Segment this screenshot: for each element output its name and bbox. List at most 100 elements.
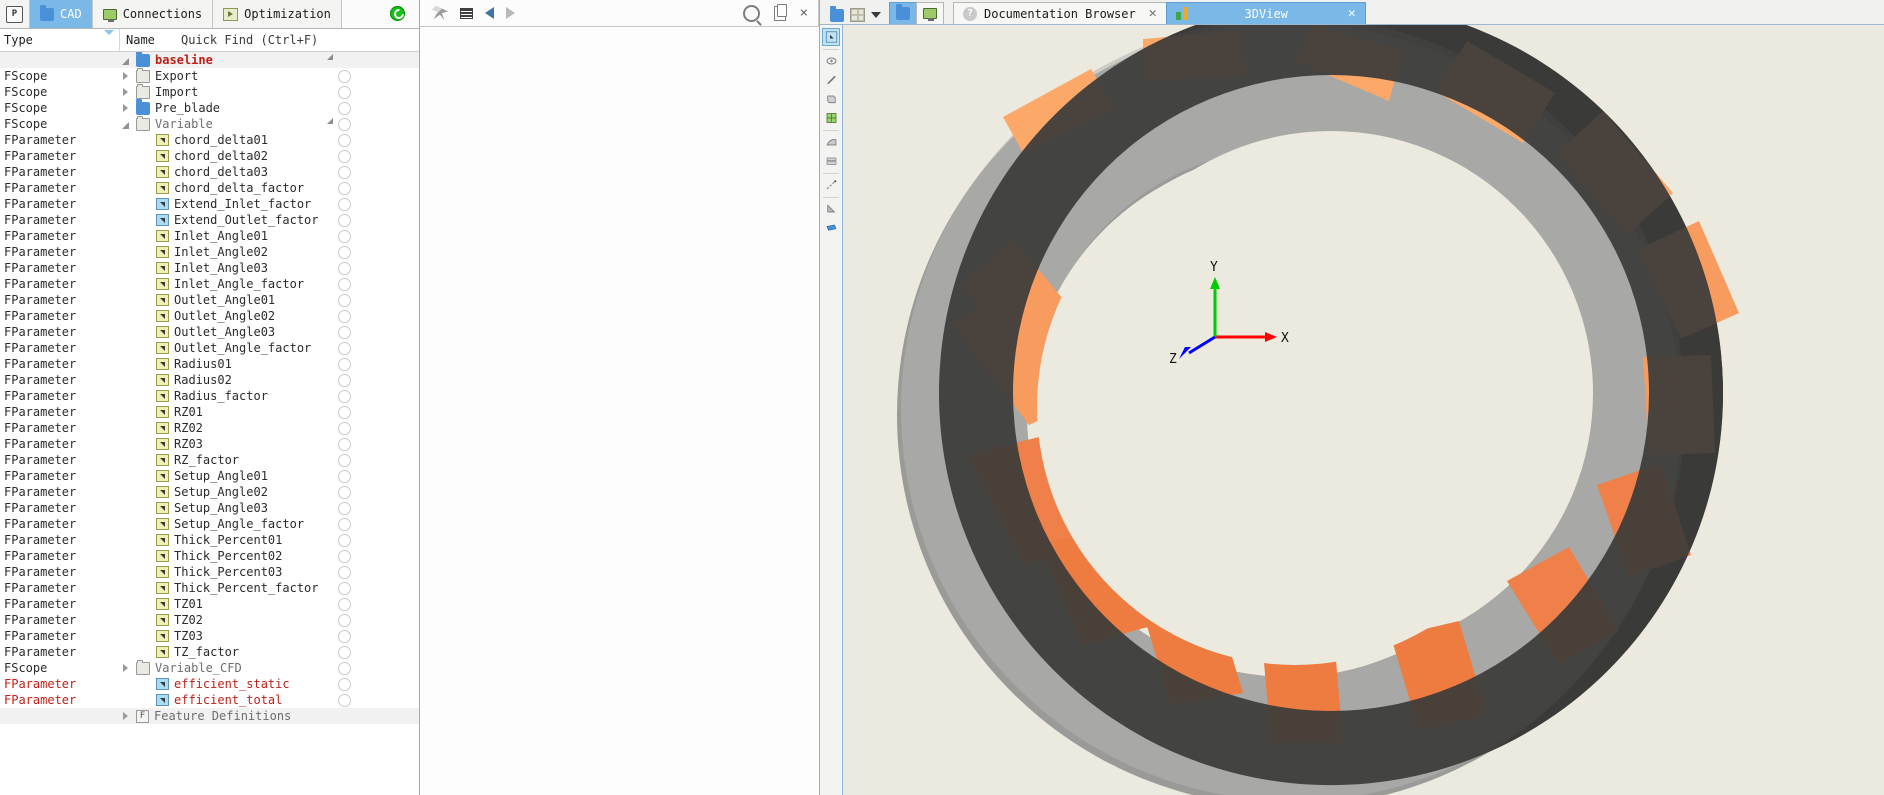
row-marker[interactable] <box>338 517 351 531</box>
chart-icon[interactable] <box>822 200 840 218</box>
row-marker[interactable] <box>338 661 351 675</box>
row-marker[interactable] <box>338 229 351 243</box>
tree-row[interactable]: FScope Pre_blade <box>0 98 419 116</box>
layers-icon[interactable] <box>822 152 840 170</box>
tree-row[interactable]: FScope Export <box>0 67 419 84</box>
row-marker[interactable] <box>338 485 351 499</box>
tree-row[interactable]: FParameter Setup_Angle01 <box>0 468 419 484</box>
next-icon[interactable] <box>506 7 515 19</box>
tree-row[interactable]: FParameter RZ03 <box>0 436 419 452</box>
tree-row[interactable]: F Feature Definitions <box>0 708 419 724</box>
tab-project[interactable]: P <box>0 0 30 28</box>
row-marker[interactable] <box>338 133 351 147</box>
row-marker[interactable] <box>338 613 351 627</box>
row-marker[interactable] <box>338 357 351 371</box>
tree-row[interactable]: FParameter RZ01 <box>0 404 419 420</box>
quick-find-input[interactable]: Quick Find (Ctrl+F) <box>176 33 419 47</box>
tree-row[interactable]: FParameter TZ01 <box>0 596 419 612</box>
tree-row[interactable]: FParameter Setup_Angle02 <box>0 484 419 500</box>
twisty-closed-icon[interactable] <box>119 710 132 723</box>
row-marker[interactable] <box>338 293 351 307</box>
rotate-icon[interactable] <box>822 52 840 70</box>
row-marker[interactable] <box>338 533 351 547</box>
cad-tree[interactable]: baseline FScope Export FScope Import FScope Pr… <box>0 52 419 795</box>
row-marker[interactable] <box>338 549 351 563</box>
copy-icon[interactable] <box>773 3 787 21</box>
row-marker[interactable] <box>338 629 351 643</box>
tab-3dview[interactable]: 3DView ✕ <box>1165 2 1366 24</box>
row-marker[interactable] <box>338 645 351 659</box>
grid-green-icon[interactable] <box>822 109 840 127</box>
row-marker[interactable] <box>338 245 351 259</box>
pencil-icon[interactable] <box>822 71 840 89</box>
tree-row[interactable]: baseline <box>0 52 419 68</box>
row-marker[interactable] <box>338 261 351 275</box>
close-icon[interactable]: × <box>800 6 808 20</box>
plane-blue-icon[interactable] <box>822 219 840 237</box>
previous-icon[interactable] <box>485 7 494 19</box>
tree-row[interactable]: FScope Variable_CFD <box>0 659 419 676</box>
row-marker[interactable] <box>338 85 351 99</box>
tree-row[interactable]: FParameter TZ_factor <box>0 644 419 660</box>
tree-row[interactable]: FParameter chord_delta01 <box>0 132 419 148</box>
row-marker[interactable] <box>338 373 351 387</box>
row-marker[interactable] <box>338 693 351 707</box>
tree-row[interactable]: FParameter Radius02 <box>0 372 419 388</box>
row-marker[interactable] <box>338 213 351 227</box>
row-marker[interactable] <box>338 101 351 115</box>
tree-row[interactable]: FParameter Thick_Percent02 <box>0 548 419 564</box>
row-marker[interactable] <box>338 501 351 515</box>
tree-row[interactable]: FParameter Thick_Percent03 <box>0 564 419 580</box>
close-icon[interactable]: ✕ <box>1348 6 1356 21</box>
row-marker[interactable] <box>338 597 351 611</box>
tree-row[interactable]: FParameter Inlet_Angle03 <box>0 260 419 276</box>
row-marker[interactable] <box>338 581 351 595</box>
tree-row[interactable]: FParameter Inlet_Angle01 <box>0 228 419 244</box>
tab-optimization[interactable]: Optimization <box>213 0 342 28</box>
3d-canvas[interactable]: X Y Z <box>843 25 1884 795</box>
twisty-closed-icon[interactable] <box>119 86 132 99</box>
tree-row[interactable]: FScope Variable <box>0 115 419 132</box>
row-marker[interactable] <box>338 341 351 355</box>
chevron-down-icon[interactable] <box>871 12 881 18</box>
green-refresh-icon[interactable] <box>390 6 405 21</box>
tree-row[interactable]: FParameter chord_delta02 <box>0 148 419 164</box>
search-icon[interactable] <box>742 4 760 22</box>
tree-row[interactable]: FParameter Inlet_Angle02 <box>0 244 419 260</box>
tree-row[interactable]: FParameter chord_delta03 <box>0 164 419 180</box>
stop-icon[interactable] <box>460 7 473 19</box>
twisty-closed-icon[interactable] <box>119 102 132 115</box>
tree-row[interactable]: FParameter efficient_total <box>0 692 419 708</box>
twisty-closed-icon[interactable] <box>119 662 132 675</box>
row-marker[interactable] <box>338 309 351 323</box>
tree-row[interactable]: FParameter TZ03 <box>0 628 419 644</box>
tree-row[interactable]: FParameter chord_delta_factor <box>0 180 419 196</box>
tab-documentation-browser[interactable]: ? Documentation Browser ✕ <box>953 2 1167 24</box>
tree-row[interactable]: FParameter TZ02 <box>0 612 419 628</box>
row-marker[interactable] <box>338 69 351 83</box>
column-name[interactable]: Name <box>120 33 176 47</box>
dock-tab-cad[interactable] <box>889 2 917 24</box>
expand-corner-icon[interactable] <box>327 54 333 60</box>
tree-row[interactable]: FParameter Thick_Percent_factor <box>0 580 419 596</box>
box-icon[interactable] <box>822 90 840 108</box>
row-marker[interactable] <box>338 421 351 435</box>
column-type[interactable]: Type <box>0 29 120 51</box>
row-marker[interactable] <box>338 197 351 211</box>
tree-row[interactable]: FParameter Extend_Outlet_factor <box>0 212 419 228</box>
tree-row[interactable]: FParameter RZ_factor <box>0 452 419 468</box>
close-icon[interactable]: ✕ <box>1149 6 1157 21</box>
tree-row[interactable]: FParameter Outlet_Angle03 <box>0 324 419 340</box>
tab-cad[interactable]: CAD <box>30 0 93 28</box>
row-marker[interactable] <box>338 165 351 179</box>
row-marker[interactable] <box>338 453 351 467</box>
tree-row[interactable]: FParameter Outlet_Angle_factor <box>0 340 419 356</box>
tree-row[interactable]: FParameter Radius_factor <box>0 388 419 404</box>
tree-row[interactable]: FParameter Radius01 <box>0 356 419 372</box>
viewport-vertical-toolbar[interactable] <box>820 25 843 795</box>
row-marker[interactable] <box>338 149 351 163</box>
dashed-line-icon[interactable] <box>822 176 840 194</box>
dock-tab-connections[interactable] <box>916 2 944 24</box>
tree-row[interactable]: FScope Import <box>0 83 419 100</box>
tree-row[interactable]: FParameter Outlet_Angle02 <box>0 308 419 324</box>
